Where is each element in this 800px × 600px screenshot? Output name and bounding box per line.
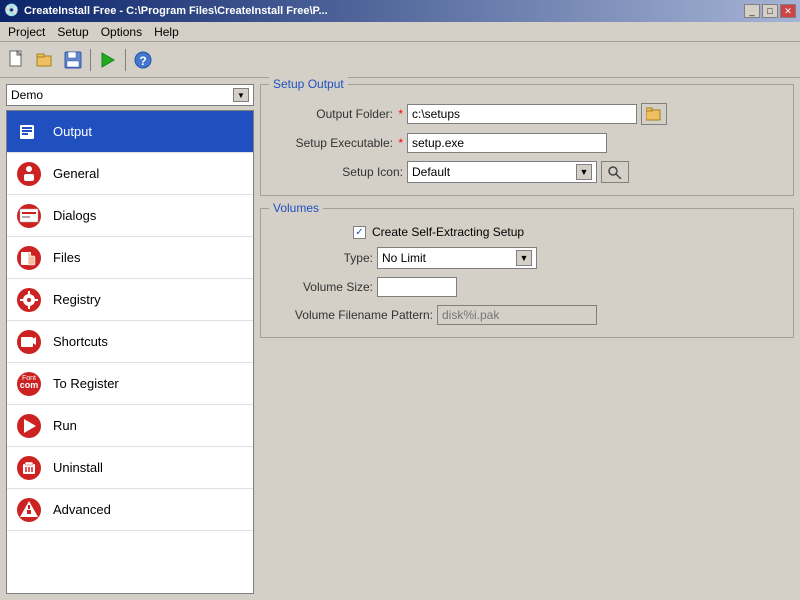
window-controls: _ □ ✕ [744, 4, 796, 18]
minimize-button[interactable]: _ [744, 4, 760, 18]
help-icon: ? [133, 50, 153, 70]
volumes-title: Volumes [269, 201, 323, 215]
type-arrow: ▼ [516, 250, 532, 266]
close-button[interactable]: ✕ [780, 4, 796, 18]
left-panel: Demo ▼ Output [6, 84, 254, 594]
nav-label-dialogs: Dialogs [53, 208, 96, 223]
output-folder-row: Output Folder: * [273, 103, 781, 125]
files-icon [15, 244, 43, 272]
setup-icon-browse-button[interactable] [601, 161, 629, 183]
svg-text:?: ? [139, 54, 146, 68]
setup-icon-arrow: ▼ [576, 164, 592, 180]
create-self-extracting-row: ✓ Create Self-Extracting Setup [273, 225, 781, 239]
volumes-section: Volumes ✓ Create Self-Extracting Setup T… [260, 208, 794, 338]
toolbar-separator-2 [125, 49, 126, 71]
nav-item-general[interactable]: General [7, 153, 253, 195]
menu-options[interactable]: Options [95, 23, 148, 41]
create-self-extracting-label: Create Self-Extracting Setup [372, 225, 524, 239]
volume-size-label: Volume Size: [273, 280, 373, 294]
title-bar: 💿 CreateInstall Free - C:\Program Files\… [0, 0, 800, 22]
nav-label-registry: Registry [53, 292, 101, 307]
to-register-icon: com Font [15, 370, 43, 398]
svg-text:Font: Font [22, 375, 36, 382]
save-icon [63, 50, 83, 70]
setup-executable-label: Setup Executable: * [273, 136, 403, 150]
nav-label-uninstall: Uninstall [53, 460, 103, 475]
output-folder-label: Output Folder: * [273, 107, 403, 121]
menu-help[interactable]: Help [148, 23, 185, 41]
project-dropdown-value: Demo [11, 88, 43, 102]
nav-label-shortcuts: Shortcuts [53, 334, 108, 349]
new-button[interactable] [4, 47, 30, 73]
nav-item-files[interactable]: Files [7, 237, 253, 279]
setup-output-section: Setup Output Output Folder: * Setup Exec… [260, 84, 794, 196]
menu-setup[interactable]: Setup [51, 23, 94, 41]
required-star-2: * [395, 136, 403, 150]
new-icon [7, 50, 27, 70]
volume-filename-input[interactable] [437, 305, 597, 325]
open-icon [35, 50, 55, 70]
type-value: No Limit [382, 251, 426, 265]
open-button[interactable] [32, 47, 58, 73]
setup-output-title: Setup Output [269, 77, 348, 91]
registry-icon [15, 286, 43, 314]
run-icon [15, 412, 43, 440]
uninstall-icon [15, 454, 43, 482]
window-title: CreateInstall Free - C:\Program Files\Cr… [24, 5, 328, 17]
volume-filename-row: Volume Filename Pattern: [273, 305, 781, 325]
advanced-icon [15, 496, 43, 524]
setup-icon-label: Setup Icon: [273, 165, 403, 179]
setup-executable-row: Setup Executable: * [273, 133, 781, 153]
setup-icon-value: Default [412, 165, 450, 179]
volume-size-row: Volume Size: [273, 277, 781, 297]
setup-icon-row: Setup Icon: Default ▼ [273, 161, 781, 183]
type-dropdown[interactable]: No Limit ▼ [377, 247, 537, 269]
folder-icon [646, 107, 662, 121]
dialogs-icon [15, 202, 43, 230]
nav-list: Output General [6, 110, 254, 594]
app-icon: 💿 [4, 3, 20, 19]
build-button[interactable] [95, 47, 121, 73]
right-panel: Setup Output Output Folder: * Setup Exec… [260, 84, 794, 594]
nav-item-dialogs[interactable]: Dialogs [7, 195, 253, 237]
nav-item-advanced[interactable]: Advanced [7, 489, 253, 531]
create-self-extracting-checkbox[interactable]: ✓ [353, 226, 366, 239]
help-button[interactable]: ? [130, 47, 156, 73]
required-star-1: * [395, 107, 403, 121]
nav-label-files: Files [53, 250, 80, 265]
maximize-button[interactable]: □ [762, 4, 778, 18]
nav-label-general: General [53, 166, 99, 181]
toolbar-separator-1 [90, 49, 91, 71]
type-row: Type: No Limit ▼ [273, 247, 781, 269]
project-dropdown-arrow: ▼ [233, 88, 249, 102]
project-dropdown[interactable]: Demo ▼ [6, 84, 254, 106]
main-content: Demo ▼ Output [0, 78, 800, 600]
volume-filename-label: Volume Filename Pattern: [273, 308, 433, 322]
output-folder-input[interactable] [407, 104, 637, 124]
save-button[interactable] [60, 47, 86, 73]
magnifier-icon [607, 165, 623, 179]
output-folder-browse-button[interactable] [641, 103, 667, 125]
nav-item-shortcuts[interactable]: Shortcuts [7, 321, 253, 363]
output-icon [15, 118, 43, 146]
menu-project[interactable]: Project [2, 23, 51, 41]
nav-item-output[interactable]: Output [7, 111, 253, 153]
nav-item-uninstall[interactable]: Uninstall [7, 447, 253, 489]
type-label: Type: [273, 251, 373, 265]
build-icon [98, 50, 118, 70]
nav-label-run: Run [53, 418, 77, 433]
menu-bar: Project Setup Options Help [0, 22, 800, 42]
nav-item-to-register[interactable]: com Font To Register [7, 363, 253, 405]
toolbar: ? [0, 42, 800, 78]
nav-item-registry[interactable]: Registry [7, 279, 253, 321]
general-icon [15, 160, 43, 188]
nav-label-advanced: Advanced [53, 502, 111, 517]
setup-icon-dropdown[interactable]: Default ▼ [407, 161, 597, 183]
nav-item-run[interactable]: Run [7, 405, 253, 447]
setup-executable-input[interactable] [407, 133, 607, 153]
shortcuts-icon [15, 328, 43, 356]
nav-label-to-register: To Register [53, 376, 119, 391]
volume-size-input[interactable] [377, 277, 457, 297]
nav-label-output: Output [53, 124, 92, 139]
